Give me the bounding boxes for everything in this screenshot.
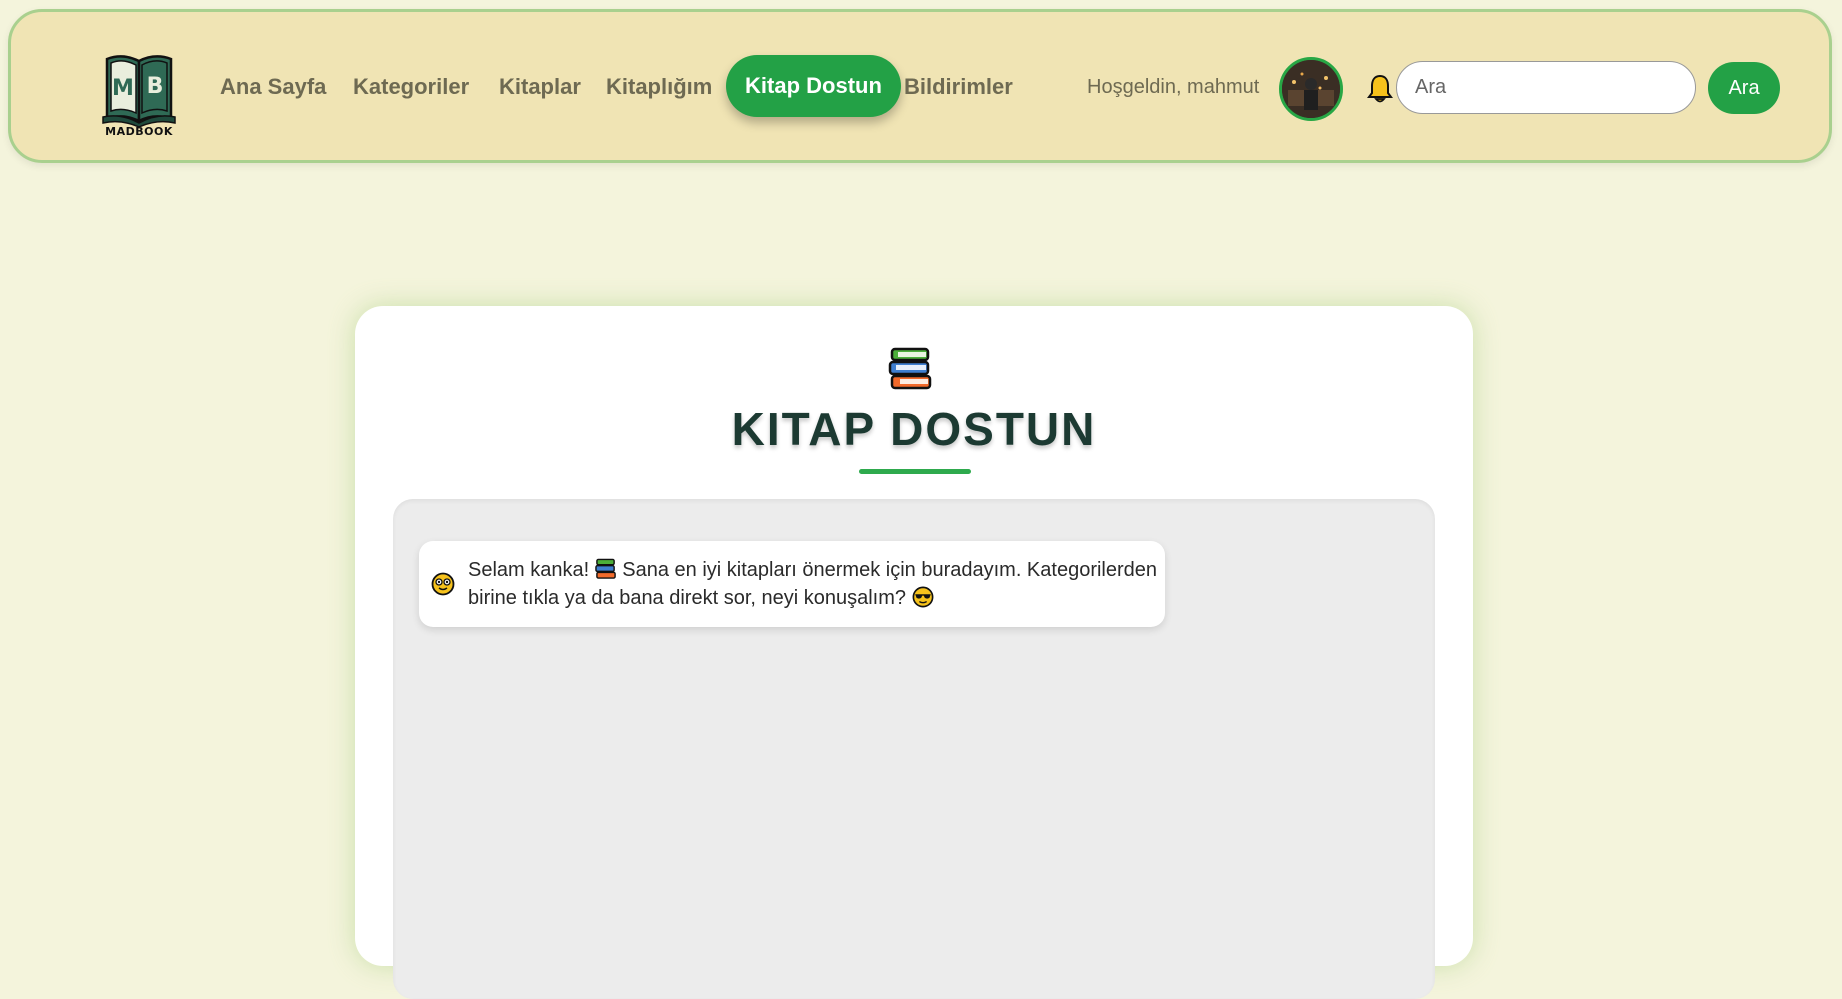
books-inline-icon <box>594 558 616 579</box>
svg-text:M: M <box>112 76 134 101</box>
search-input[interactable] <box>1396 61 1696 114</box>
bot-message-text: Selam kanka! Sana en iyi kitapları önerm… <box>468 556 1158 612</box>
avatar[interactable] <box>1279 57 1343 121</box>
nav-item-ana-sayfa[interactable]: Ana Sayfa <box>220 74 326 100</box>
book-logo-icon: M B <box>102 55 176 128</box>
logo-text: MADBOOK <box>105 125 173 138</box>
madbook-logo[interactable]: M B MADBOOK <box>99 47 179 142</box>
books-icon <box>888 347 932 390</box>
avatar-photo <box>1282 60 1340 118</box>
welcome-text: Hoşgeldin, mahmut <box>1087 76 1260 98</box>
nav-item-kategoriler[interactable]: Kategoriler <box>353 74 469 100</box>
navbar: M B MADBOOK Ana Sayfa Kategoriler Kitapl… <box>8 9 1832 163</box>
sunglasses-emoji-icon <box>912 586 934 608</box>
nav-item-kitaplar[interactable]: Kitaplar <box>499 74 581 100</box>
title-underline <box>859 469 971 474</box>
chat-card: KITAP DOSTUN Selam kanka! Sana en iyi ki… <box>355 306 1473 999</box>
svg-text:B: B <box>147 74 164 99</box>
search-button[interactable]: Ara <box>1708 62 1780 114</box>
chat-messages-area[interactable]: Selam kanka! Sana en iyi kitapları önerm… <box>393 499 1435 999</box>
nav-item-bildirimler[interactable]: Bildirimler <box>904 74 1013 100</box>
bell-icon[interactable] <box>1367 74 1393 104</box>
nav-item-kitapligim[interactable]: Kitaplığım <box>606 74 712 100</box>
page-title: KITAP DOSTUN <box>731 403 1097 455</box>
nav-item-kitap-dostun[interactable]: Kitap Dostun <box>726 55 901 117</box>
bot-face-icon <box>431 572 455 596</box>
bot-message-bubble: Selam kanka! Sana en iyi kitapları önerm… <box>419 541 1165 627</box>
message-part-1: Selam kanka! <box>468 559 595 581</box>
